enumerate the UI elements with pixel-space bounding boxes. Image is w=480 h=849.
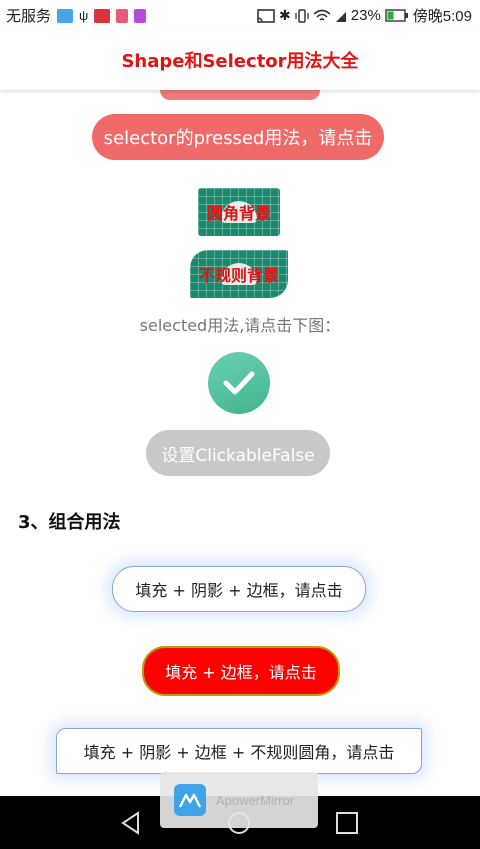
section-title: 3、组合用法 — [18, 512, 121, 533]
tile-round-label: 圆角背景 — [206, 204, 271, 223]
fill-shadow-border-button[interactable]: 填充 + 阴影 + 边框，请点击 — [112, 566, 366, 612]
checkmark-icon — [223, 371, 255, 395]
status-right: ✱ 23% 傍晚5:09 — [257, 5, 472, 26]
clock: 傍晚5:09 — [412, 8, 472, 25]
fill-shadow-border-irregular-button[interactable]: 填充 + 阴影 + 边框 + 不规则圆角，请点击 — [56, 728, 422, 774]
overlay-label: ApowerMirror — [216, 792, 295, 808]
bluetooth-icon: ✱ — [279, 7, 291, 23]
partial-button[interactable] — [160, 90, 320, 100]
usb-icon: ψ — [79, 8, 89, 23]
status-bar: 无服务 ψ ✱ 23% 傍晚5:09 — [0, 0, 480, 30]
mirror-icon — [57, 8, 74, 23]
sim-icon — [335, 11, 346, 22]
vibrate-icon — [295, 8, 309, 23]
carrier-text: 无服务 — [6, 8, 52, 25]
pressed-selector-button[interactable]: selector的pressed用法，请点击 — [92, 114, 384, 160]
battery-icon — [385, 9, 408, 22]
tile-irregular-label: 不规则背景 — [198, 266, 279, 285]
app-icon — [116, 8, 129, 23]
clickable-false-button[interactable]: 设置ClickableFalse — [146, 430, 330, 476]
battery-percent: 23% — [350, 7, 381, 24]
title-bar: Shape和Selector用法大全 — [0, 30, 480, 90]
content-scroll[interactable]: selector的pressed用法，请点击 圆角背景 不规则背景 select… — [0, 90, 480, 796]
wifi-icon — [313, 9, 331, 21]
irregular-background-tile[interactable]: 不规则背景 — [190, 250, 288, 298]
huawei-icon — [94, 8, 111, 23]
app-icon — [134, 8, 147, 23]
fill-border-button[interactable]: 填充 + 边框，请点击 — [142, 646, 340, 696]
apowermirror-overlay[interactable]: ApowerMirror — [160, 772, 318, 828]
round-background-tile[interactable]: 圆角背景 — [198, 188, 280, 236]
status-left: 无服务 ψ — [6, 5, 147, 26]
cast-icon — [257, 8, 275, 23]
selected-check-button[interactable] — [208, 352, 270, 414]
back-icon[interactable] — [118, 810, 144, 836]
apowermirror-logo-icon — [174, 784, 206, 816]
page-title: Shape和Selector用法大全 — [121, 51, 359, 72]
recents-icon[interactable] — [334, 810, 360, 836]
selected-hint: selected用法,请点击下图： — [139, 316, 341, 335]
